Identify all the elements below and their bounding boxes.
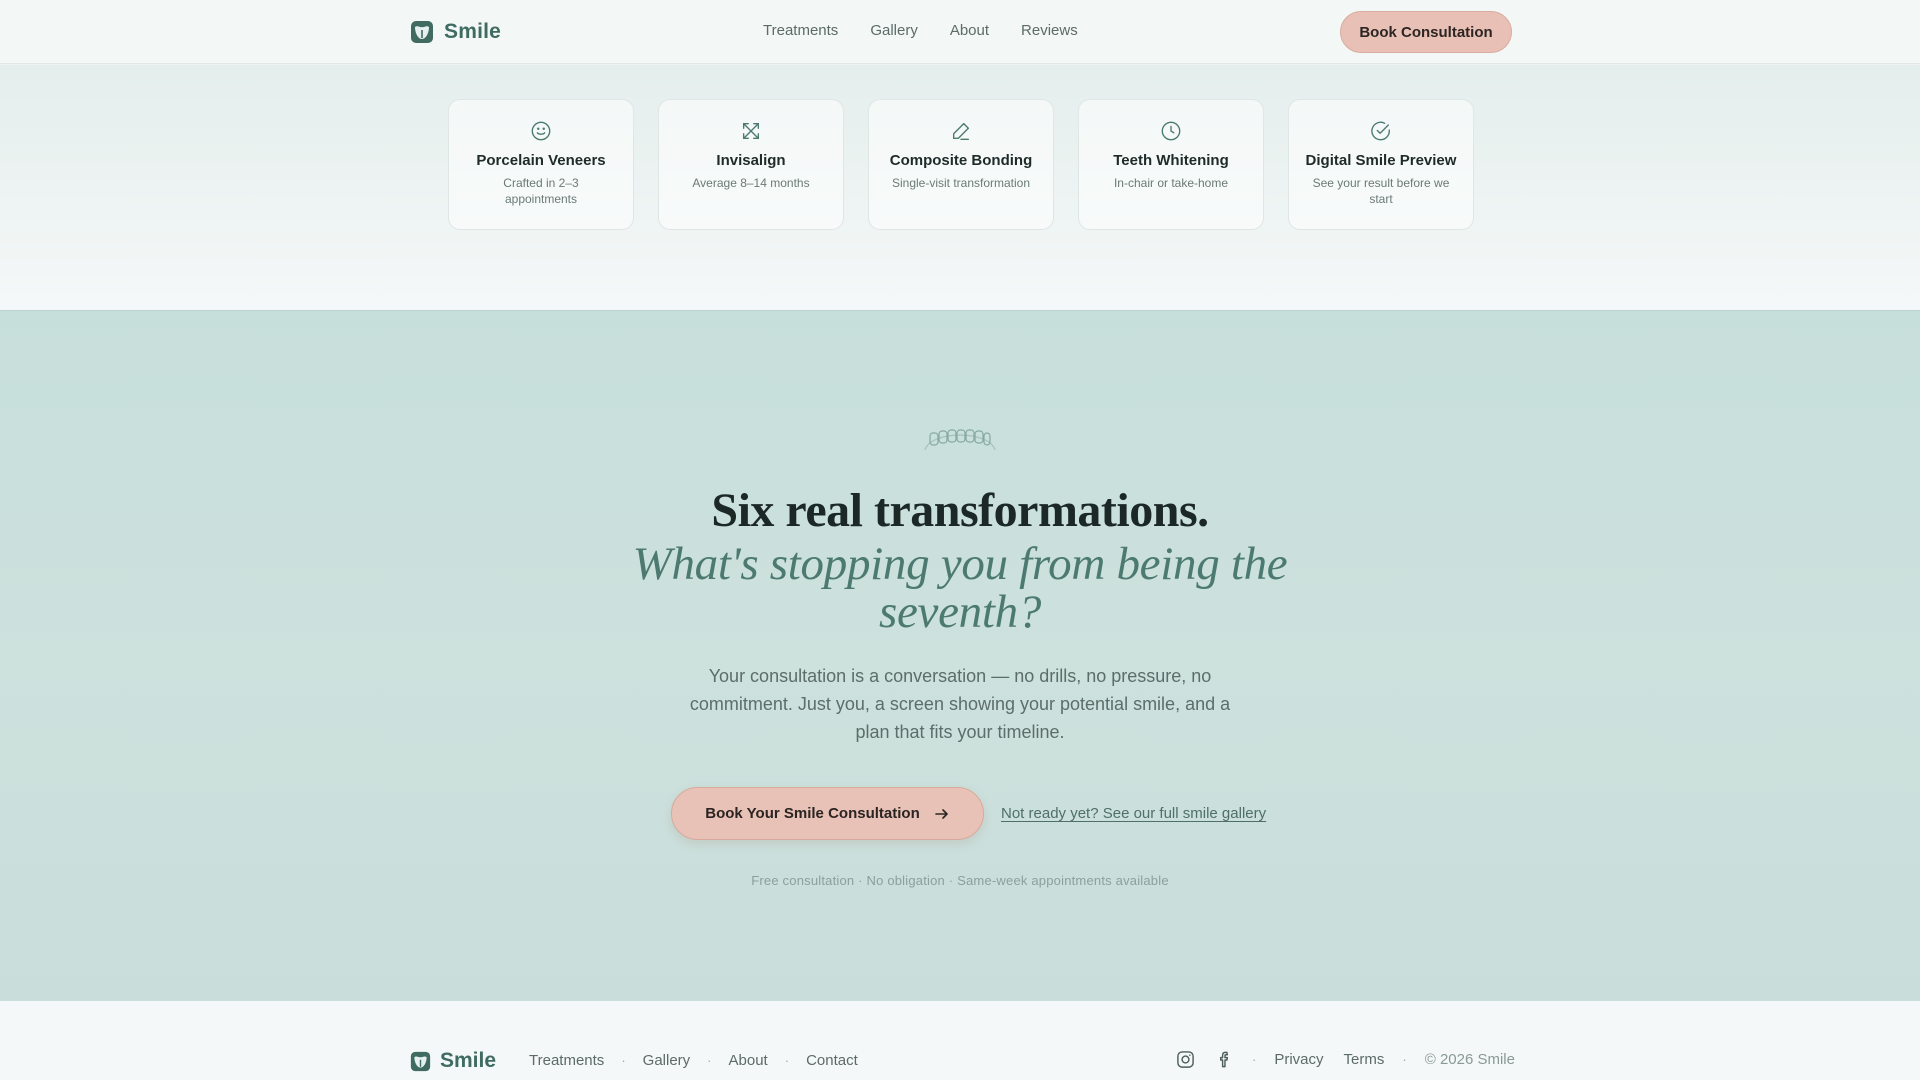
treatment-title: Digital Smile Preview	[1305, 152, 1457, 169]
book-consultation-button[interactable]: Book Consultation	[1340, 11, 1512, 53]
button-label: Book Your Smile Consultation	[705, 805, 920, 822]
treatment-subtitle: Single-visit transformation	[891, 176, 1031, 190]
brand-logo-link[interactable]: Smile	[410, 19, 501, 45]
treatment-title: Composite Bonding	[889, 152, 1033, 169]
footer-nav-treatments[interactable]: Treatments	[529, 1052, 604, 1069]
treatment-title: Teeth Whitening	[1113, 152, 1229, 169]
separator-dot: ·	[621, 1053, 626, 1068]
nav-reviews[interactable]: Reviews	[1021, 22, 1078, 39]
footer-nav: Treatments · Gallery · About · Contact	[529, 1052, 858, 1069]
treatment-subtitle: See your result before we start	[1312, 176, 1450, 206]
separator-dot: ·	[1252, 1052, 1257, 1067]
footer-right: · Privacy Terms · © 2026 Smile	[1176, 1050, 1515, 1069]
treatment-card-bonding[interactable]: Composite Bonding Single-visit transform…	[868, 99, 1054, 230]
treatment-card-invisalign[interactable]: Invisalign Average 8–14 months	[658, 99, 844, 230]
clock-icon	[1161, 121, 1181, 141]
treatment-title: Porcelain Veneers	[476, 152, 606, 169]
book-smile-consultation-button[interactable]: Book Your Smile Consultation	[671, 787, 984, 840]
terms-link[interactable]: Terms	[1344, 1051, 1385, 1068]
separator-dot: ·	[1402, 1052, 1407, 1067]
separator-dot: ·	[784, 1053, 790, 1068]
expand-arrows-icon	[742, 122, 760, 140]
copyright-text: © 2026 Smile	[1424, 1051, 1515, 1068]
site-header: Smile Treatments Gallery About Reviews B…	[0, 0, 1920, 64]
check-circle-icon	[1371, 121, 1390, 141]
cta-subheading: What's stopping you from being the seven…	[632, 538, 1288, 638]
footer-nav-about[interactable]: About	[729, 1052, 768, 1069]
nav-about[interactable]: About	[950, 22, 989, 39]
cta-description: Your consultation is a conversation — no…	[689, 666, 1231, 742]
footer-nav-gallery[interactable]: Gallery	[643, 1052, 691, 1069]
tooth-logo-icon	[411, 21, 433, 43]
smile-gallery-link[interactable]: Not ready yet? See our full smile galler…	[1001, 805, 1266, 822]
main-nav: Treatments Gallery About Reviews	[763, 22, 1078, 39]
privacy-link[interactable]: Privacy	[1274, 1051, 1323, 1068]
smile-icon	[531, 121, 551, 141]
teeth-icon	[924, 429, 996, 451]
instagram-icon[interactable]	[1176, 1050, 1195, 1069]
footer-brand-link[interactable]: Smile	[410, 1049, 496, 1073]
treatment-cards: Porcelain Veneers Crafted in 2–3 appoint…	[448, 99, 1474, 230]
nav-treatments[interactable]: Treatments	[763, 22, 838, 39]
footer-brand-name: Smile	[440, 1049, 497, 1072]
arrow-right-icon	[934, 808, 948, 819]
site-footer: Smile Treatments · Gallery · About · Con…	[0, 1001, 1920, 1080]
separator-dot: ·	[707, 1053, 712, 1068]
consultation-cta-section	[0, 310, 1920, 1001]
footer-nav-contact[interactable]: Contact	[806, 1052, 858, 1069]
nav-gallery[interactable]: Gallery	[870, 22, 918, 39]
cta-fineprint: Free consultation · No obligation · Same…	[751, 873, 1169, 888]
treatment-subtitle: Crafted in 2–3 appointments	[503, 176, 579, 206]
treatment-card-whitening[interactable]: Teeth Whitening In-chair or take-home	[1078, 99, 1264, 230]
pen-icon	[952, 122, 970, 140]
brand-name: Smile	[444, 20, 502, 43]
treatment-card-veneers[interactable]: Porcelain Veneers Crafted in 2–3 appoint…	[448, 99, 634, 230]
facebook-icon[interactable]	[1215, 1050, 1234, 1069]
treatment-card-smile-preview[interactable]: Digital Smile Preview See your result be…	[1288, 99, 1474, 230]
treatment-subtitle: Average 8–14 months	[692, 176, 810, 190]
treatment-title: Invisalign	[716, 152, 786, 169]
tooth-logo-icon	[410, 1051, 431, 1071]
treatment-subtitle: In-chair or take-home	[1113, 176, 1229, 190]
cta-heading: Six real transformations.	[711, 484, 1209, 537]
